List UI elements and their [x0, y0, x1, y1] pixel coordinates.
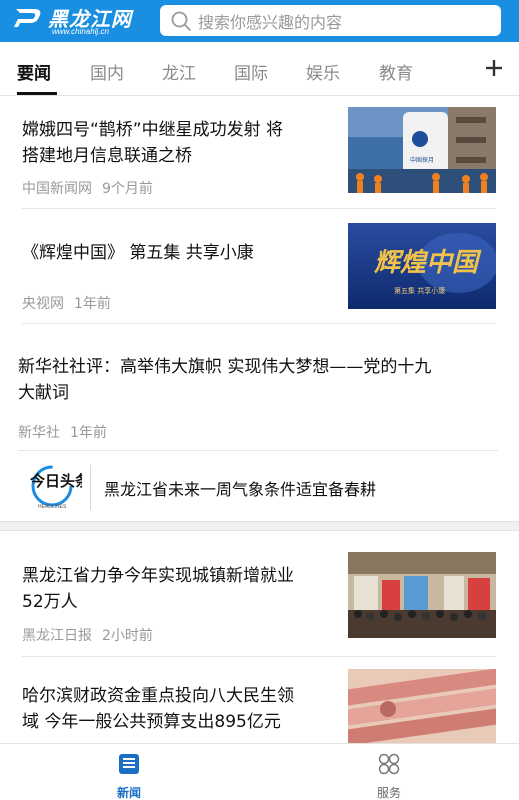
divider — [90, 465, 91, 510]
news-source: 中国新闻网 — [22, 181, 92, 197]
news-meta: 新华社 1年前 — [18, 422, 107, 442]
plus-icon[interactable] — [482, 56, 506, 80]
bottom-navigation: 新闻 服务 — [0, 743, 519, 800]
news-meta: 中国新闻网 9个月前 — [22, 178, 153, 198]
list-item[interactable]: 今日头条 HEADLINES 黑龙江省未来一周气象条件适宜备春耕 — [0, 455, 519, 521]
brilliant-china-poster: 辉煌中国 第五集 共享小康 — [348, 223, 496, 309]
tab-guonei[interactable]: 国内 — [90, 59, 124, 84]
tab-yule[interactable]: 娱乐 — [306, 59, 340, 84]
app-header: 黑龙江网 www.chinahlj.cn 搜索你感兴趣的内容 — [0, 0, 519, 42]
news-meta: 黑龙江日报 2小时前 — [22, 625, 153, 645]
news-time: 9个月前 — [102, 181, 153, 197]
news-title: 嫦娥四号“鹊桥”中继星成功发射 将 搭建地月信息联通之桥 — [22, 117, 283, 169]
poster-subtitle: 第五集 共享小康 — [394, 286, 445, 295]
news-title-line: 新华社社评：高举伟大旗帜 实现伟大梦想——党的十九 — [18, 357, 432, 377]
news-title-line: 52万人 — [22, 592, 78, 612]
headlines-logo-en: HEADLINES — [38, 504, 67, 510]
news-title: 黑龙江省力争今年实现城镇新增就业 52万人 — [22, 563, 294, 615]
logo-mark-icon — [14, 9, 41, 27]
news-time: 1年前 — [70, 425, 107, 441]
logo-url: www.chinahlj.cn — [52, 27, 109, 36]
search-bar[interactable]: 搜索你感兴趣的内容 — [160, 5, 501, 36]
news-title: 新华社社评：高举伟大旗帜 实现伟大梦想——党的十九 大献词 — [18, 354, 431, 406]
news-meta: 央视网 1年前 — [22, 293, 111, 313]
search-icon — [171, 11, 191, 31]
news-title-line: 哈尔滨财政资金重点投向八大民生领 — [22, 686, 294, 706]
search-placeholder: 搜索你感兴趣的内容 — [198, 12, 343, 32]
section-separator — [0, 521, 519, 531]
nav-services-label: 服务 — [376, 786, 401, 800]
divider — [22, 656, 496, 657]
tab-guoji[interactable]: 国际 — [234, 59, 268, 84]
news-title: 哈尔滨财政资金重点投向八大民生领 域 今年一般公共预算支出895亿元 — [22, 683, 294, 735]
news-time: 1年前 — [74, 296, 111, 312]
news-source: 黑龙江日报 — [22, 628, 92, 644]
news-title: 《辉煌中国》 第五集 共享小康 — [22, 243, 254, 263]
news-title-line: 嫦娥四号“鹊桥”中继星成功发射 将 — [22, 120, 284, 140]
news-title-line: 黑龙江省力争今年实现城镇新增就业 — [22, 566, 294, 586]
headlines-logo-text: 今日头条 — [29, 472, 82, 490]
news-title-line: 大献词 — [18, 383, 69, 403]
category-tabs: 要闻 国内 龙江 国际 娱乐 教育 — [0, 42, 519, 96]
divider — [22, 323, 496, 324]
nav-news[interactable]: 新闻 — [99, 752, 159, 800]
news-title: 黑龙江省未来一周气象条件适宜备春耕 — [104, 480, 377, 499]
news-time: 2小时前 — [102, 628, 153, 644]
news-source: 央视网 — [22, 296, 64, 312]
poster-title: 辉煌中国 — [374, 248, 482, 278]
headlines-logo-icon: 今日头条 HEADLINES — [29, 465, 82, 510]
site-logo[interactable]: 黑龙江网 www.chinahlj.cn — [12, 4, 157, 38]
thumb-rocket-label: 中国探月 — [410, 156, 434, 164]
services-icon — [378, 753, 400, 775]
tab-yaowen[interactable]: 要闻 — [17, 59, 51, 84]
tab-jiaoyu[interactable]: 教育 — [379, 59, 413, 84]
nav-services[interactable]: 服务 — [359, 752, 419, 800]
active-tab-indicator — [17, 92, 57, 95]
news-title-line: 搭建地月信息联通之桥 — [22, 146, 192, 166]
divider — [18, 450, 498, 451]
news-title-line: 域 今年一般公共预算支出895亿元 — [22, 712, 281, 732]
news-icon — [119, 754, 139, 774]
nav-news-label: 新闻 — [116, 786, 141, 800]
divider — [22, 208, 496, 209]
rocket-photo: 中国探月 — [348, 107, 496, 193]
news-source: 新华社 — [18, 425, 60, 441]
job-fair-photo — [348, 552, 496, 638]
tab-longjiang[interactable]: 龙江 — [162, 59, 196, 84]
banknotes-photo — [348, 669, 496, 743]
